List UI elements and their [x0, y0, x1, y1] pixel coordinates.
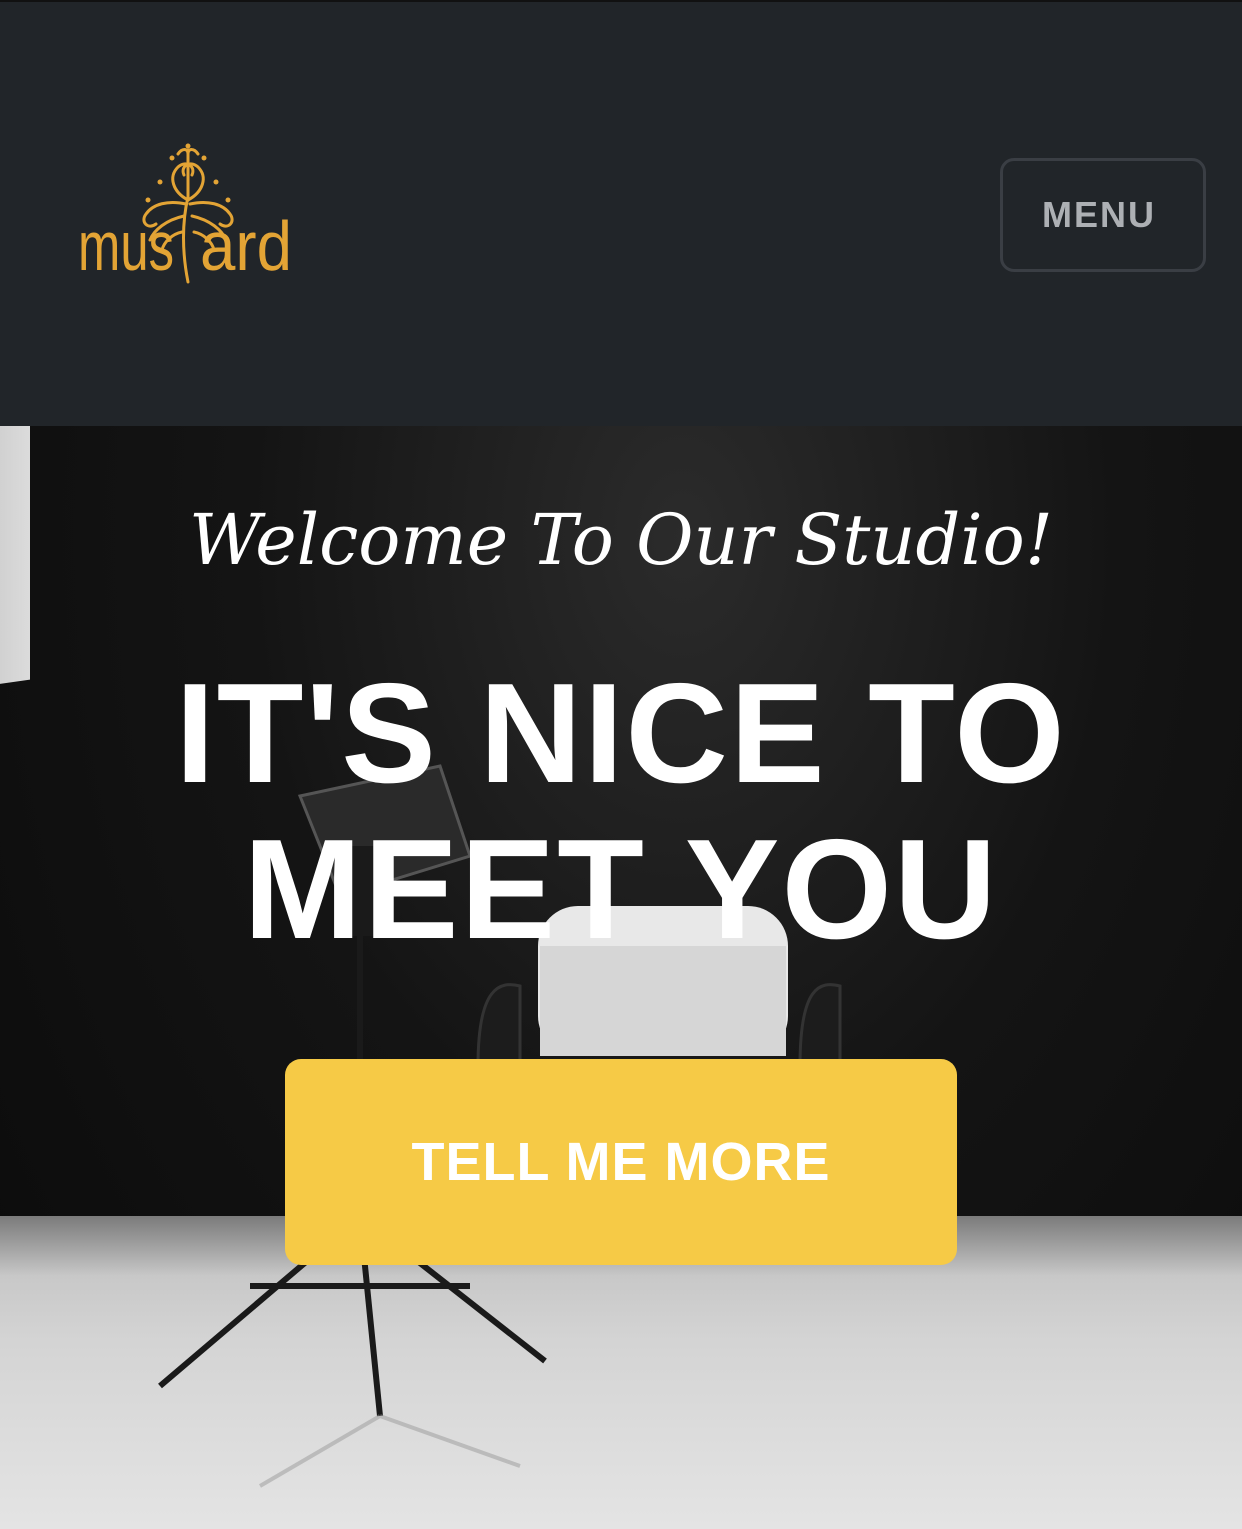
hero-heading-line2: MEET YOU	[243, 810, 999, 969]
hero-heading-line1: IT'S NICE TO	[175, 654, 1067, 813]
navbar: mus ard MENU	[0, 0, 1242, 426]
brand-logo[interactable]: mus ard	[78, 142, 298, 287]
photo-studio-scene-image	[158, 764, 842, 1488]
mustard-tree-logo-icon: mus ard	[78, 143, 292, 285]
hero-section: Welcome To Our Studio! IT'S NICE TO MEET…	[0, 426, 1242, 1529]
logo-text-right: ard	[200, 207, 292, 285]
hero-subheading: Welcome To Our Studio!	[189, 499, 1053, 581]
menu-button[interactable]: MENU	[1000, 158, 1206, 272]
tell-me-more-button[interactable]: TELL ME MORE	[285, 1059, 957, 1265]
hero-heading: IT'S NICE TO MEET YOU	[0, 656, 1242, 968]
logo-text-left: mus	[78, 207, 174, 285]
